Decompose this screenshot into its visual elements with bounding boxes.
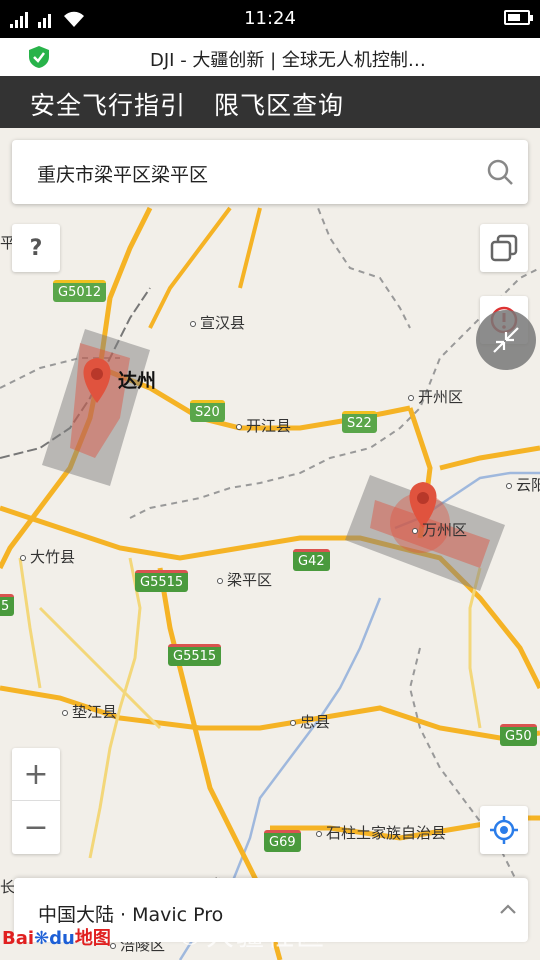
road-shield-g69: G69 (264, 830, 301, 852)
road-shield-g5012: G5012 (53, 280, 107, 302)
clock: 11:24 (244, 8, 296, 29)
place-dazhu: 大竹县 (20, 546, 75, 567)
search-icon[interactable] (486, 158, 514, 186)
page-title: 安全飞行指引 (30, 91, 187, 120)
place-wanzhou: 万州区 (412, 519, 467, 540)
browser-tab-title: DJI - 大疆创新 | 全球无人机控制… (150, 50, 426, 71)
road-shield-g5515-upper: G5515 (135, 570, 189, 592)
road-shield-g42: G42 (293, 549, 330, 571)
search-input[interactable]: 重庆市梁平区梁平区 (37, 160, 208, 187)
zoom-out-button[interactable]: − (12, 801, 60, 854)
watermark: ©大疆社区 (176, 919, 327, 952)
locate-button[interactable] (480, 806, 528, 854)
zoom-control: + − (12, 748, 60, 854)
battery-icon (504, 10, 533, 25)
status-bar: 11:24 (0, 0, 540, 38)
road-shield-s22: S22 (342, 411, 377, 433)
baidu-map-logo: Bai❋du地图 (2, 928, 111, 949)
place-shizhu: 石柱土家族自治县 (316, 822, 446, 843)
place-dianjiang: 垫江县 (62, 701, 117, 722)
place-xuanhan: 宣汉县 (190, 312, 245, 333)
page-subtitle: 限飞区查询 (214, 91, 345, 120)
locate-icon (490, 816, 518, 844)
zoom-in-button[interactable]: + (12, 748, 60, 801)
place-liangping: 梁平区 (217, 569, 272, 590)
place-dazhou: 达州 (118, 370, 157, 392)
road-shield-s20: S20 (190, 400, 225, 422)
search-box[interactable]: 重庆市梁平区梁平区 (12, 140, 528, 204)
road-shield-g5515-lower: G5515 (168, 644, 222, 666)
road-shield-edge: 5 (0, 594, 15, 616)
chevron-up-icon[interactable] (498, 900, 518, 920)
collapse-arrows-icon (493, 327, 519, 353)
place-kaizhou: 开州区 (408, 386, 463, 407)
road-shield-g50: G50 (500, 724, 537, 746)
browser-url-bar[interactable]: DJI - 大疆创新 | 全球无人机控制… (0, 38, 540, 76)
collapse-button[interactable] (476, 310, 536, 370)
help-button[interactable]: ? (12, 224, 60, 272)
place-kaijiang: 开江县 (236, 415, 291, 436)
app-header: 安全飞行指引 限飞区查询 (0, 76, 540, 128)
copy-layers-icon (490, 234, 518, 262)
paw-icon: ❋ (34, 928, 50, 949)
place-yunyang: 云阳 (506, 474, 540, 495)
place-zhongxian: 忠县 (290, 711, 330, 732)
security-shield-icon (29, 46, 49, 68)
map-view[interactable]: 宣汉县 达州 开江县 开州区 万州区 云阳 大竹县 梁平区 垫江县 忠县 石柱土… (0, 128, 540, 960)
layers-button[interactable] (480, 224, 528, 272)
